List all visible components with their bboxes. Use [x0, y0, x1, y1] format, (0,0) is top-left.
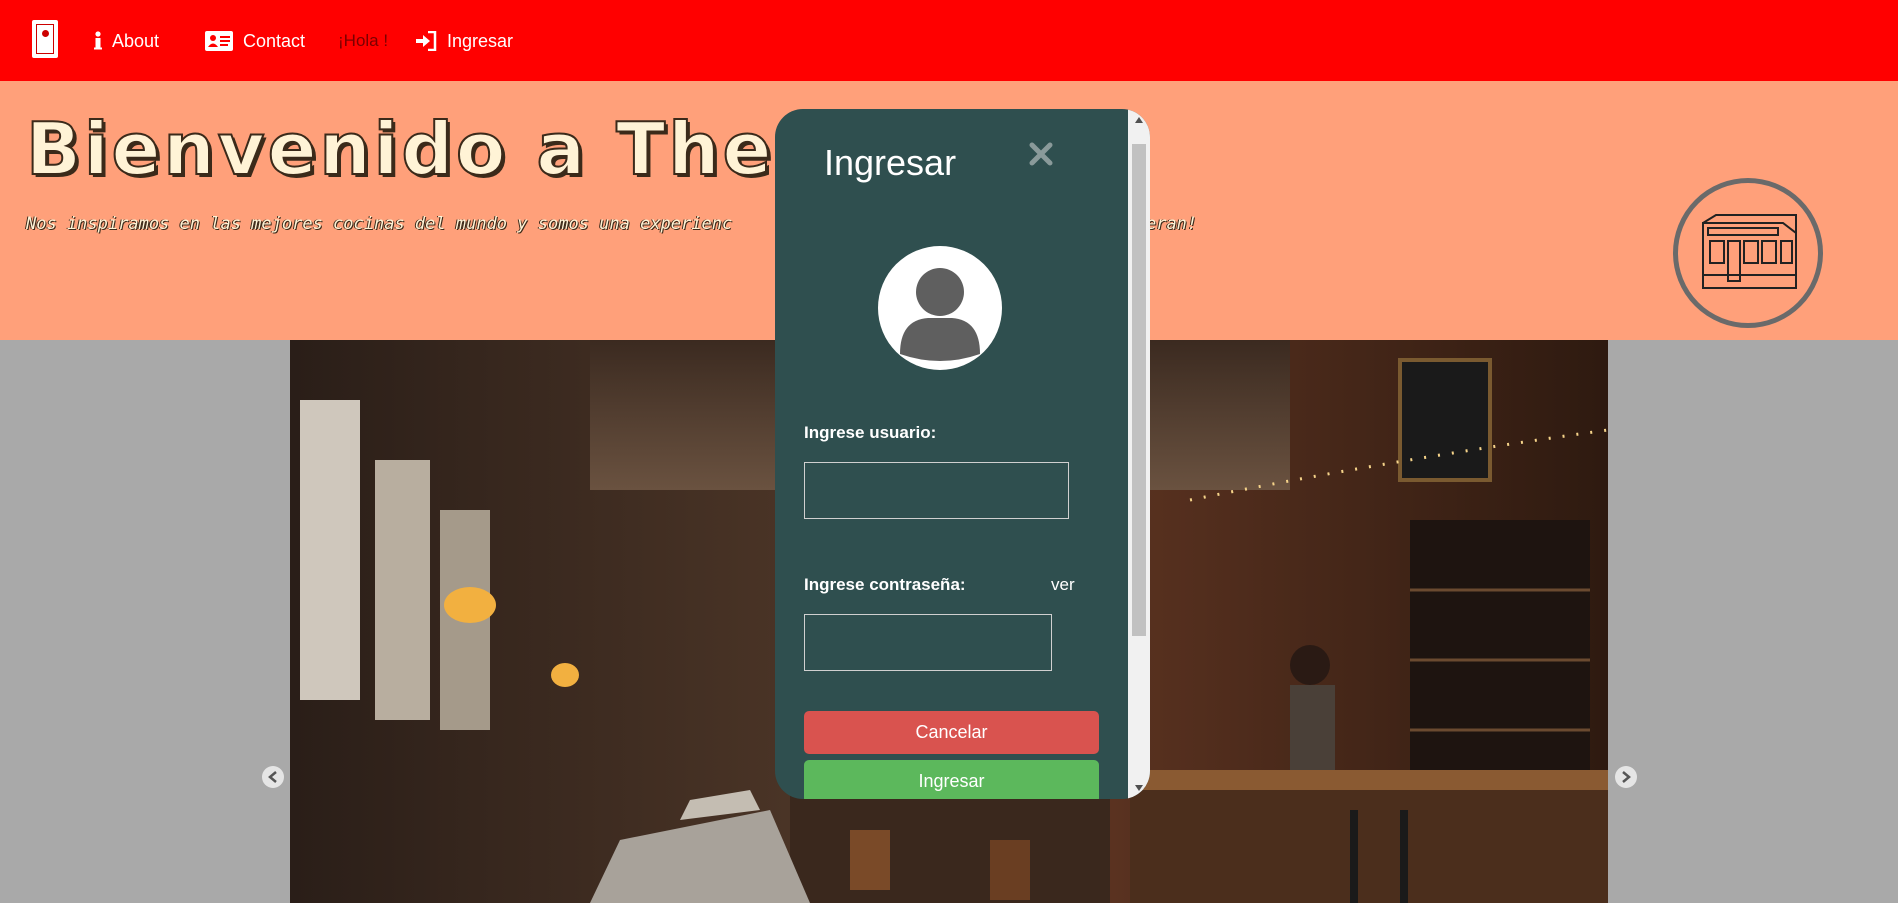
- info-icon: [94, 31, 102, 50]
- modal-close-button[interactable]: [1026, 139, 1056, 169]
- password-label: Ingrese contraseña:: [804, 575, 966, 594]
- password-input[interactable]: [804, 614, 1052, 671]
- triangle-down-icon: [1135, 785, 1143, 791]
- nav-login-link[interactable]: Ingresar: [415, 28, 513, 54]
- address-card-icon: [205, 31, 233, 51]
- cancel-button[interactable]: Cancelar: [804, 711, 1099, 754]
- username-label: Ingrese usuario:: [804, 423, 937, 442]
- storefront-icon: [1702, 214, 1797, 289]
- nav-about-label: About: [112, 30, 160, 51]
- scroll-down-button[interactable]: [1128, 777, 1150, 799]
- nav-contact-link[interactable]: Contact: [205, 28, 305, 54]
- carousel-prev-button[interactable]: [262, 766, 284, 788]
- door-knob: [42, 30, 49, 37]
- door-frame: [36, 24, 54, 54]
- page-subtitle-start: Nos inspiramos en las mejores cocinas de…: [26, 214, 733, 234]
- close-icon: [1029, 142, 1053, 166]
- sign-in-icon: [416, 31, 437, 51]
- navbar: About Contact ¡Hola ! Ingresar: [0, 0, 1898, 81]
- scroll-up-button[interactable]: [1128, 109, 1150, 131]
- scroll-thumb[interactable]: [1132, 144, 1146, 636]
- chevron-right-icon: [1622, 771, 1631, 783]
- nav-contact-label: Contact: [243, 30, 306, 51]
- chevron-left-icon: [268, 771, 277, 783]
- nav-login-label: Ingresar: [447, 30, 514, 51]
- restaurant-logo: [1673, 178, 1823, 328]
- nav-greeting: ¡Hola !: [338, 28, 388, 54]
- triangle-up-icon: [1135, 117, 1143, 123]
- nav-about-link[interactable]: About: [94, 28, 159, 54]
- modal-title: Ingresar: [824, 142, 957, 183]
- nav-greeting-label: ¡Hola !: [338, 31, 389, 50]
- user-icon: [900, 268, 980, 361]
- show-password-toggle[interactable]: ver: [1051, 575, 1075, 595]
- brand-door-icon[interactable]: [32, 20, 58, 58]
- avatar: [878, 246, 1002, 370]
- login-modal: Ingresar Ingrese usuario: Ingrese contra…: [775, 109, 1150, 799]
- username-input[interactable]: [804, 462, 1069, 519]
- carousel-next-button[interactable]: [1615, 766, 1637, 788]
- modal-scrollbar[interactable]: [1128, 109, 1150, 799]
- submit-login-button[interactable]: Ingresar: [804, 760, 1099, 799]
